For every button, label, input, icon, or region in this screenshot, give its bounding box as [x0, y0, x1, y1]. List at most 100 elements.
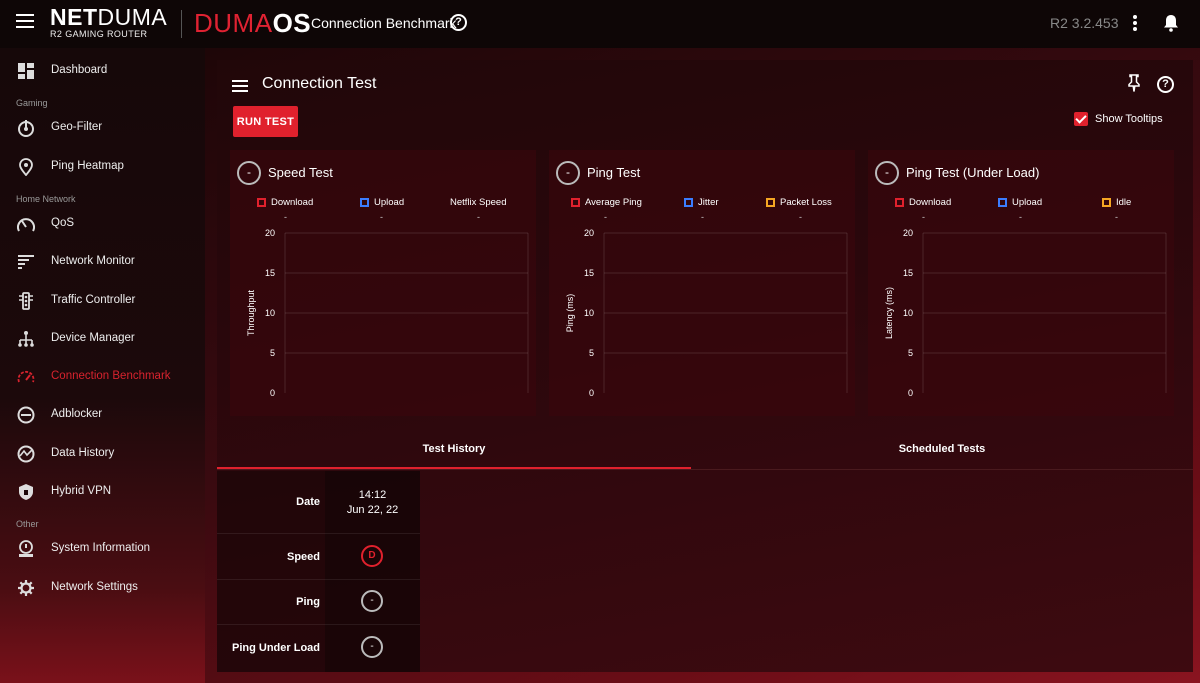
speed-test-chart: 20 15 10 5 0 Throughput: [246, 228, 529, 398]
y-tick-label: 5: [270, 348, 275, 358]
legend-value: -: [701, 212, 704, 222]
data-history-icon: [17, 445, 35, 463]
sidebar-item-data-history[interactable]: Data History: [0, 436, 205, 472]
y-tick-label: 10: [265, 308, 275, 318]
panel-help-icon[interactable]: ?: [1157, 76, 1174, 93]
collapse-toggle-button[interactable]: -: [556, 161, 580, 185]
speed-test-card: - Speed Test Download - Upload - Netflix…: [230, 150, 536, 416]
show-tooltips-toggle[interactable]: Show Tooltips: [1074, 112, 1163, 126]
sidebar-item-ping-heatmap[interactable]: Ping Heatmap: [0, 149, 205, 185]
sidebar-item-device-manager[interactable]: Device Manager: [0, 321, 205, 357]
sidebar-item-label: Network Monitor: [51, 255, 135, 267]
ping-under-load-card: - Ping Test (Under Load) Download - Uplo…: [868, 150, 1174, 416]
device-manager-icon: [18, 331, 34, 347]
tab-test-history[interactable]: Test History: [217, 430, 691, 468]
panel-title: Connection Test: [262, 75, 377, 92]
ping-status-badge[interactable]: -: [361, 590, 383, 612]
sidebar-item-label: Hybrid VPN: [51, 485, 112, 497]
ping-under-load-status-badge[interactable]: -: [361, 636, 383, 658]
legend-swatch: [766, 198, 775, 207]
legend-swatch: [684, 198, 693, 207]
sidebar-item-dashboard[interactable]: Dashboard: [0, 53, 205, 89]
bell-icon[interactable]: [1163, 14, 1179, 32]
legend-value: -: [604, 212, 607, 222]
row-label-date: Date: [296, 496, 320, 508]
tab-divider: [217, 469, 1193, 470]
brand-name-bold: NET: [50, 4, 98, 30]
more-vert-icon[interactable]: [1133, 15, 1137, 33]
legend-item-download[interactable]: Download: [257, 197, 313, 208]
menu-icon[interactable]: [16, 14, 34, 32]
legend-item-download[interactable]: Download: [895, 197, 951, 208]
collapse-toggle-button[interactable]: -: [875, 161, 899, 185]
row-divider: [217, 624, 420, 625]
network-monitor-icon: [18, 255, 34, 269]
panel-menu-icon[interactable]: [232, 80, 248, 95]
legend-swatch: [895, 198, 904, 207]
sidebar-item-qos[interactable]: QoS: [0, 206, 205, 242]
collapse-toggle-button[interactable]: -: [237, 161, 261, 185]
legend-item-idle[interactable]: Idle: [1102, 197, 1131, 208]
y-axis-label: Throughput: [246, 289, 256, 336]
y-tick-label: 0: [270, 388, 275, 398]
help-icon[interactable]: ?: [450, 14, 467, 31]
legend-label: Idle: [1116, 197, 1132, 208]
legend-label: Packet Loss: [780, 197, 832, 208]
y-tick-label: 5: [908, 348, 913, 358]
sidebar-item-label: Dashboard: [51, 64, 108, 76]
main-content: Connection Test ? RUN TEST Show Tooltips…: [205, 48, 1200, 683]
history-time: 14:12: [358, 489, 387, 501]
traffic-controller-icon: [19, 292, 33, 310]
speed-status-badge[interactable]: D: [361, 545, 383, 567]
brand-name-thin: DUMA: [97, 4, 168, 30]
legend-value: -: [922, 212, 925, 222]
show-tooltips-label: Show Tooltips: [1095, 113, 1163, 125]
divider: [181, 10, 182, 38]
legend-label: Netflix Speed: [450, 197, 507, 208]
sidebar-item-traffic-controller[interactable]: Traffic Controller: [0, 283, 205, 319]
y-tick-label: 0: [589, 388, 594, 398]
sidebar-item-system-information[interactable]: System Information: [0, 531, 205, 567]
y-tick-label: 20: [903, 228, 913, 238]
history-date-cell[interactable]: 14:12 Jun 22, 22: [325, 488, 420, 518]
legend-value: -: [799, 212, 802, 222]
legend-swatch: [571, 198, 580, 207]
legend-value: -: [477, 212, 480, 222]
sidebar-item-network-settings[interactable]: Network Settings: [0, 570, 205, 606]
legend-item-jitter[interactable]: Jitter: [684, 197, 719, 208]
tab-scheduled-tests[interactable]: Scheduled Tests: [691, 430, 1193, 468]
sidebar-item-connection-benchmark[interactable]: Connection Benchmark: [0, 359, 205, 395]
legend-item-average-ping[interactable]: Average Ping: [571, 197, 642, 208]
legend-item-upload[interactable]: Upload: [998, 197, 1042, 208]
legend-item-netflix-speed[interactable]: Netflix Speed: [450, 197, 507, 208]
y-tick-label: 15: [584, 268, 594, 278]
sidebar-item-label: Geo-Filter: [51, 121, 103, 133]
run-test-button[interactable]: RUN TEST: [233, 106, 298, 137]
active-tab-indicator: [217, 467, 691, 469]
sidebar-item-label: Data History: [51, 447, 115, 459]
y-tick-label: 10: [903, 308, 913, 318]
legend-swatch: [360, 198, 369, 207]
page-heading: Connection Benchmark: [311, 15, 457, 31]
sidebar-item-adblocker[interactable]: Adblocker: [0, 397, 205, 433]
y-tick-label: 10: [584, 308, 594, 318]
legend-item-packet-loss[interactable]: Packet Loss: [766, 197, 832, 208]
legend-item-upload[interactable]: Upload: [360, 197, 404, 208]
section-home-network: Home Network: [16, 194, 76, 204]
pin-icon[interactable]: [1127, 74, 1141, 92]
geo-filter-icon: [18, 120, 34, 137]
sidebar-item-hybrid-vpn[interactable]: Hybrid VPN: [0, 474, 205, 510]
speedometer-icon: [17, 370, 35, 383]
legend-value: -: [284, 212, 287, 222]
netduma-logo: NETDUMA R2 GAMING ROUTER: [50, 5, 167, 39]
ping-test-card: - Ping Test Average Ping - Jitter - Pack…: [549, 150, 855, 416]
row-label-speed: Speed: [286, 551, 320, 563]
gear-icon: [18, 580, 34, 596]
sidebar-item-label: Traffic Controller: [51, 294, 136, 306]
sidebar-item-network-monitor[interactable]: Network Monitor: [0, 244, 205, 280]
sidebar-item-geo-filter[interactable]: Geo-Filter: [0, 110, 205, 146]
top-bar: NETDUMA R2 GAMING ROUTER DUMAOS Connecti…: [0, 0, 1200, 48]
card-title: Ping Test (Under Load): [906, 165, 1040, 180]
show-tooltips-checkbox[interactable]: [1074, 112, 1088, 126]
legend-label: Average Ping: [585, 197, 642, 208]
